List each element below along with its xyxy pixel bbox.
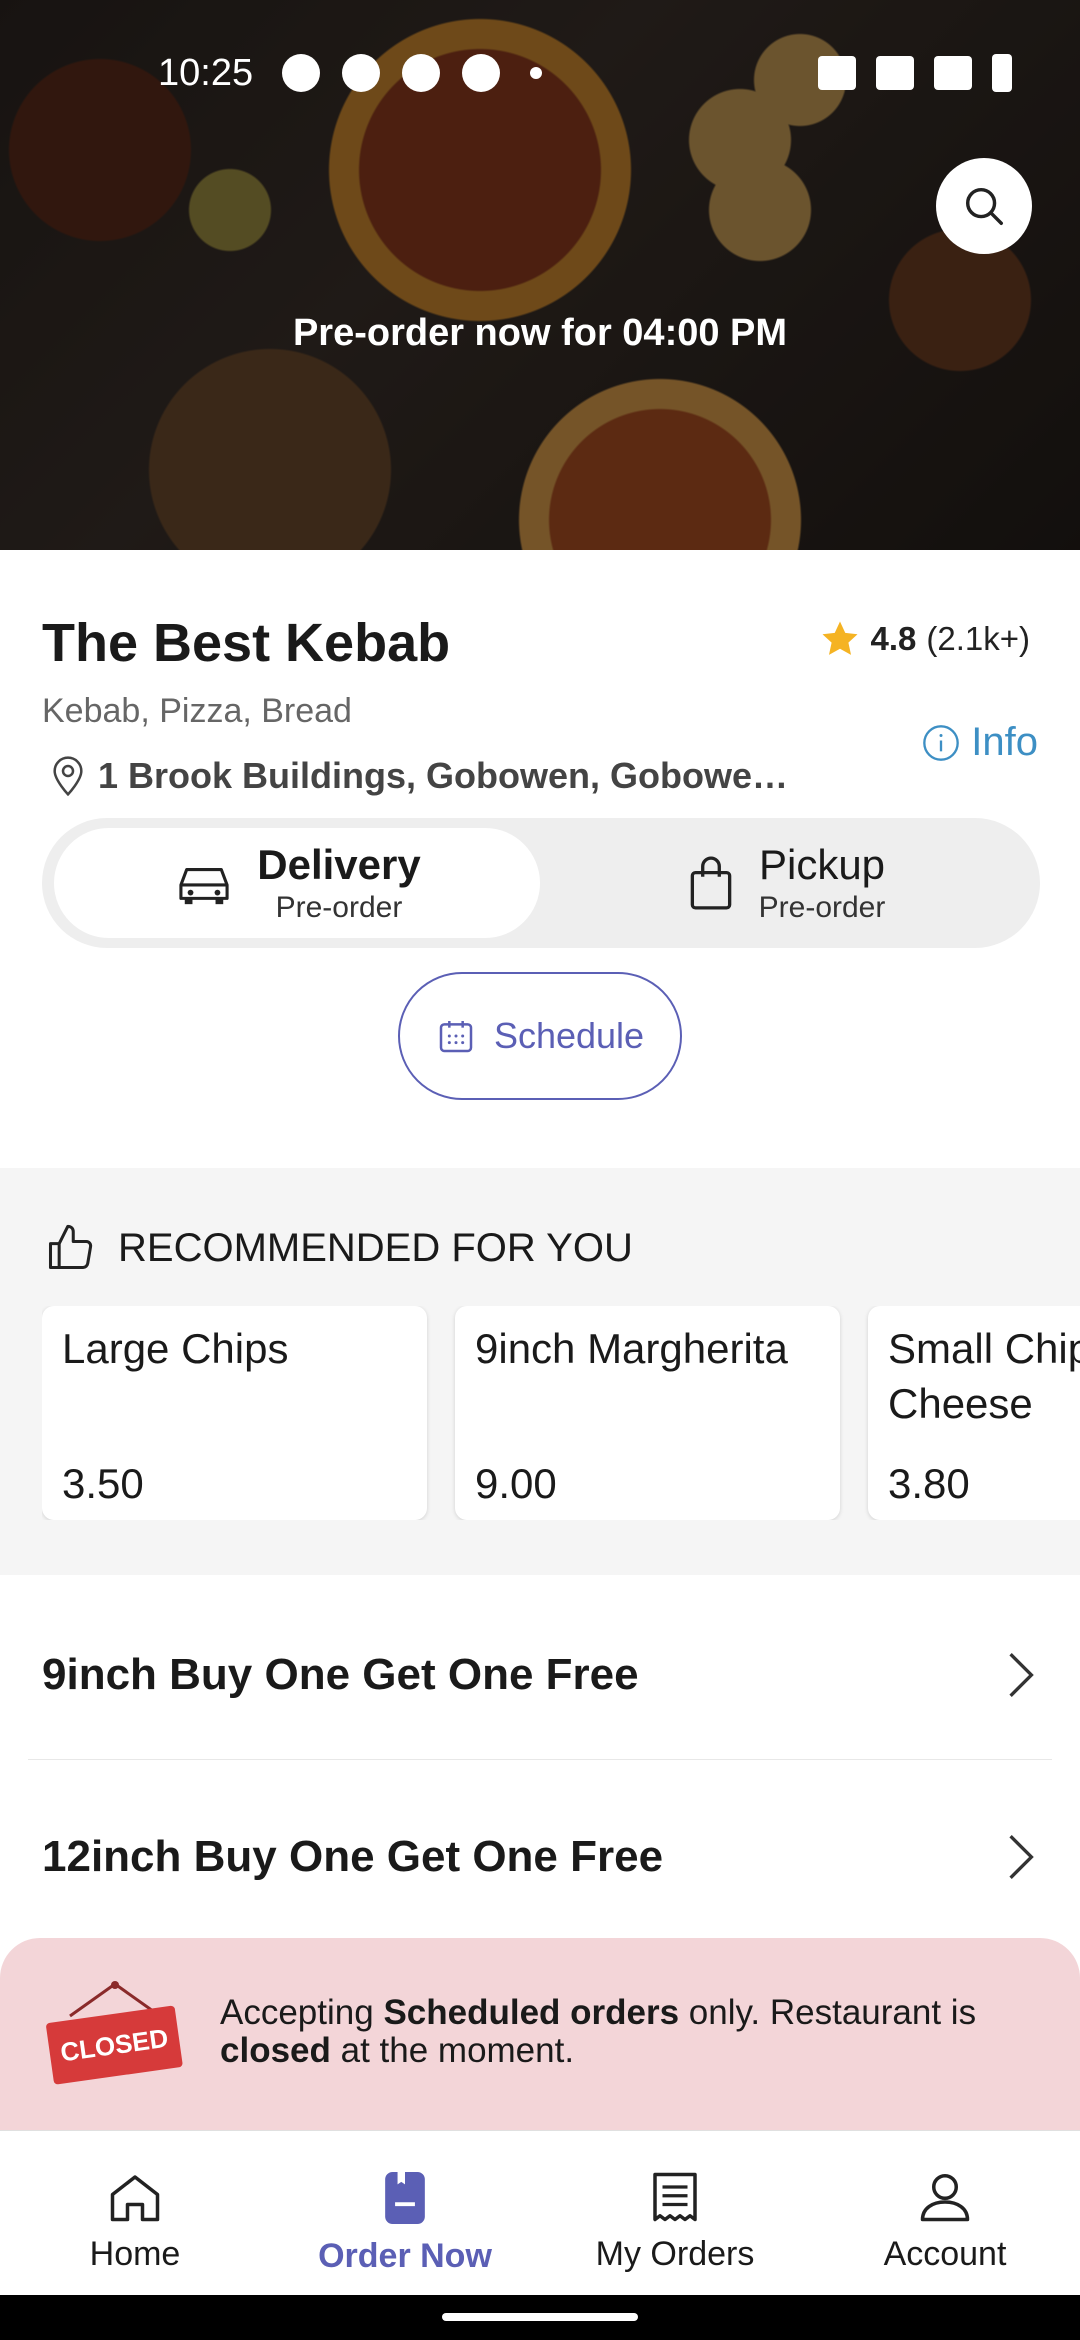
cast-icon [818, 56, 856, 90]
closed-text-part: only. Restaurant is [679, 1993, 977, 2032]
item-name: 9inch Margherita [475, 1325, 788, 1372]
search-icon [965, 187, 1003, 225]
nav-home[interactable]: Home [0, 2131, 270, 2295]
car-icon [179, 868, 229, 905]
more-notifications-icon [530, 67, 542, 79]
nav-order-now[interactable]: Order Now [270, 2131, 540, 2295]
bottom-navigation: Home Order Now My Orders Account [0, 2130, 1080, 2295]
nav-my-orders[interactable]: My Orders [540, 2131, 810, 2295]
nav-label: Order Now [318, 2237, 492, 2275]
item-name: Small Chips Cheese [888, 1325, 1080, 1427]
pickup-subtitle: Pre-order [758, 891, 886, 924]
order-mode-toggle: Delivery Pre-order Pickup Pre-order [42, 818, 1040, 948]
item-price: 9.00 [475, 1460, 557, 1507]
closed-text-bold: closed [220, 2030, 331, 2070]
gesture-bar [0, 2295, 1080, 2340]
status-bar: 10:25 [0, 0, 1080, 150]
schedule-button[interactable]: Schedule [398, 972, 682, 1100]
status-time: 10:25 [158, 52, 254, 94]
nav-label: Account [883, 2235, 1007, 2273]
system-icons [818, 54, 1012, 92]
order-now-icon [385, 2171, 425, 2225]
search-button[interactable] [936, 158, 1032, 254]
chevron-right-icon [1009, 1834, 1034, 1880]
info-button[interactable]: Info [921, 720, 1038, 765]
rating-count: (2.1k+) [926, 620, 1030, 657]
item-name: Large Chips [62, 1325, 289, 1372]
category-row[interactable]: 9inch Buy One Get One Free [28, 1590, 1052, 1760]
shopping-bag-icon [690, 856, 731, 910]
hero-banner: 10:25 Pre-order now for 04:00 PM [0, 0, 1080, 550]
info-icon [923, 724, 960, 761]
delivery-option[interactable]: Delivery Pre-order [54, 828, 540, 938]
chevron-right-icon [1009, 1652, 1034, 1697]
category-label: 9inch Buy One Get One Free [42, 1649, 639, 1699]
address-text: 1 Brook Buildings, Gobowen, Gobowe… [98, 755, 789, 796]
restaurant-address: 1 Brook Buildings, Gobowen, Gobowe… [48, 754, 788, 798]
recommended-title: RECOMMENDED FOR YOU [118, 1225, 633, 1270]
nav-label: Home [89, 2235, 181, 2273]
delivery-subtitle: Pre-order [275, 891, 403, 924]
restaurant-name: The Best Kebab [42, 613, 451, 673]
info-label: Info [971, 720, 1038, 764]
android-icon [462, 54, 500, 92]
preorder-banner-text: Pre-order now for 04:00 PM [292, 312, 788, 354]
schedule-label: Schedule [493, 1015, 645, 1056]
cuisine-list: Kebab, Pizza, Bread [42, 692, 352, 730]
android-icon [402, 54, 440, 92]
nav-label: My Orders [595, 2235, 755, 2273]
nav-account[interactable]: Account [810, 2131, 1080, 2295]
closed-notice: CLOSED Accepting Scheduled orders only. … [0, 1938, 1080, 2138]
category-row[interactable]: 12inch Buy One Get One Free [28, 1772, 1052, 1942]
thumbs-up-icon [48, 1224, 93, 1270]
pickup-title: Pickup [758, 841, 886, 888]
location-pin-icon [53, 756, 83, 797]
item-price: 3.80 [888, 1460, 970, 1507]
recommended-section: RECOMMENDED FOR YOU Large Chips 3.50 9in… [0, 1168, 1080, 1575]
recommended-carousel[interactable]: Large Chips 3.50 9inch Margherita 9.00 S… [42, 1306, 1080, 1520]
closed-text-part: Accepting [220, 1993, 384, 2032]
recommended-item-card[interactable]: Small Chips Cheese 3.80 [868, 1306, 1080, 1520]
home-icon [110, 2175, 160, 2222]
app-notification-icon [342, 54, 380, 92]
rating: 4.8 (2.1k+) [819, 618, 1030, 660]
item-price: 3.50 [62, 1460, 144, 1507]
star-icon [822, 621, 857, 655]
rating-value: 4.8 [870, 620, 917, 657]
closed-text-part: at the moment. [330, 2030, 575, 2070]
closed-text-bold: Scheduled orders [383, 1993, 680, 2032]
calendar-icon [439, 1021, 473, 1053]
notification-icons [282, 54, 542, 92]
home-gesture-handle[interactable] [442, 2313, 638, 2321]
recommended-item-card[interactable]: Large Chips 3.50 [42, 1306, 427, 1520]
delivery-title: Delivery [257, 841, 421, 888]
recommended-heading: RECOMMENDED FOR YOU [44, 1222, 633, 1274]
recommended-item-card[interactable]: 9inch Margherita 9.00 [455, 1306, 840, 1520]
closed-sign-icon: CLOSED [46, 1981, 183, 2085]
category-label: 12inch Buy One Get One Free [42, 1832, 664, 1881]
battery-icon [992, 54, 1012, 92]
closed-message: Accepting Scheduled orders only. Restaur… [220, 1994, 1020, 2070]
receipt-icon [653, 2172, 697, 2222]
user-icon [920, 2174, 970, 2222]
app-notification-icon [282, 54, 320, 92]
wifi-icon [934, 56, 972, 90]
pickup-option[interactable]: Pickup Pre-order [542, 828, 1028, 938]
vpn-key-icon [876, 56, 914, 90]
